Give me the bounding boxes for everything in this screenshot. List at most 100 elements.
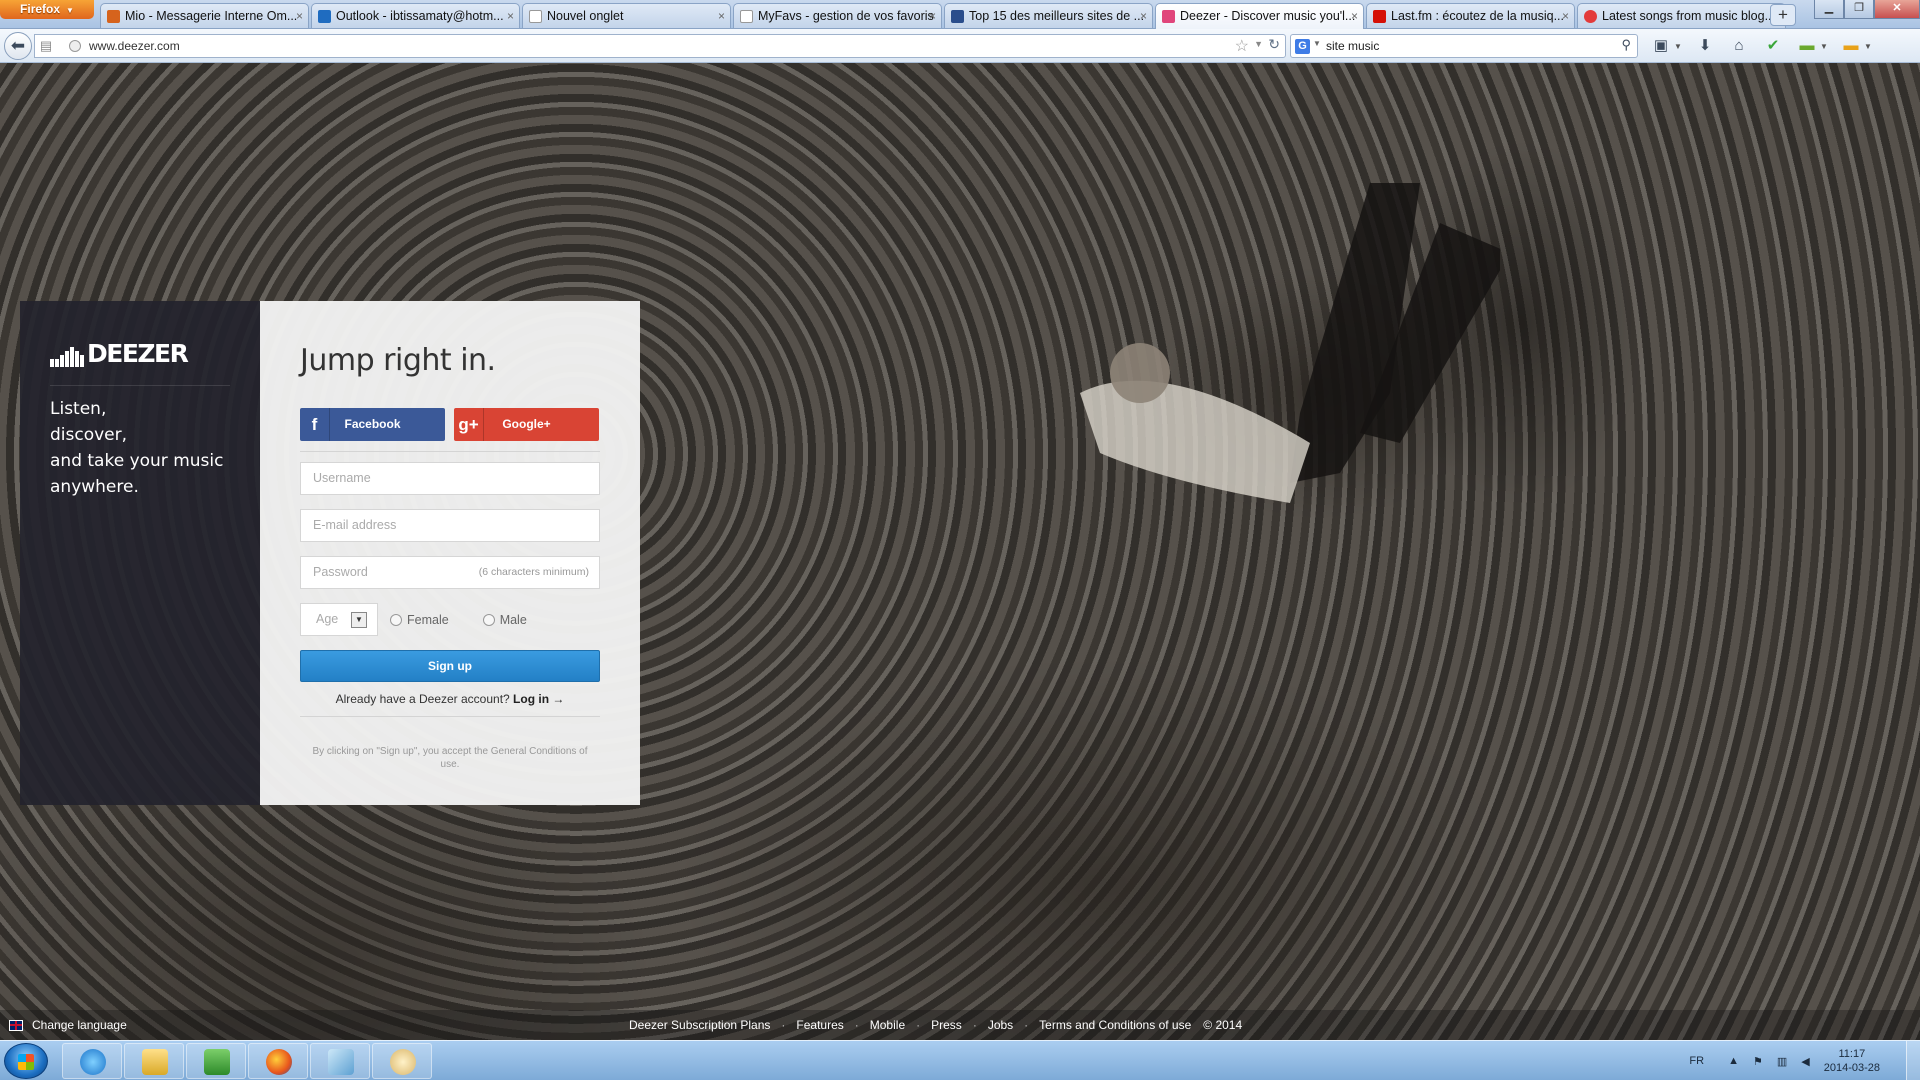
- taskbar-explorer[interactable]: [124, 1043, 184, 1079]
- facebook-button[interactable]: f Facebook: [300, 408, 445, 441]
- age-placeholder: Age: [316, 612, 339, 626]
- volume-icon[interactable]: ◀: [1801, 1055, 1809, 1068]
- addon-orange-icon[interactable]: ▬: [1840, 36, 1862, 56]
- start-button[interactable]: [4, 1043, 48, 1079]
- show-desktop-button[interactable]: [1906, 1041, 1920, 1080]
- tab-title: MyFavs - gestion de vos favoris: [758, 9, 934, 23]
- folder-icon: [142, 1049, 168, 1075]
- close-icon[interactable]: ×: [1351, 4, 1358, 28]
- signup-button[interactable]: Sign up: [300, 650, 600, 682]
- tab-mio[interactable]: Mio - Messagerie Interne Om... ×: [100, 3, 309, 28]
- footer-link-press[interactable]: Press: [931, 1018, 962, 1032]
- tab-top15[interactable]: Top 15 des meilleurs sites de ... ×: [944, 3, 1153, 28]
- system-tray: FR ▲ ⚑ ▥ ◀ 11:17 2014-03-28: [1689, 1041, 1920, 1080]
- address-bar[interactable]: ▤ www.deezer.com ☆ ▼ ↻: [34, 34, 1286, 58]
- tab-outlook[interactable]: Outlook - ibtissamaty@hotm... ×: [311, 3, 520, 28]
- tab-music-blogs[interactable]: Latest songs from music blog... ×: [1577, 3, 1786, 28]
- tagline-line: anywhere.: [50, 477, 139, 497]
- toolbar-icons: ▣ ▼ ⬇ ⌂ ✔ ▬ ▼ ▬ ▼: [1650, 36, 1872, 56]
- clock[interactable]: 11:17 2014-03-28: [1824, 1047, 1880, 1075]
- bookmark-star-icon[interactable]: ☆: [1235, 36, 1249, 56]
- taskbar-project[interactable]: [186, 1043, 246, 1079]
- signup-card: DEEZER Listen, discover, and take your m…: [20, 301, 640, 805]
- login-prompt-text: Already have a Deezer account?: [335, 692, 510, 706]
- tab-myfavs[interactable]: MyFavs - gestion de vos favoris ×: [733, 3, 942, 28]
- age-select[interactable]: Age ▼: [300, 603, 378, 636]
- google-plus-button[interactable]: g+ Google+: [454, 408, 599, 441]
- blank-page-favicon-icon: [740, 10, 753, 23]
- close-icon[interactable]: ×: [929, 4, 936, 28]
- history-dropdown-icon[interactable]: ▼: [1254, 39, 1263, 49]
- taskbar-paint[interactable]: [372, 1043, 432, 1079]
- male-label: Male: [499, 612, 527, 627]
- footer-link-mobile[interactable]: Mobile: [870, 1018, 905, 1032]
- equalizer-bars-icon: [50, 347, 84, 367]
- network-icon[interactable]: ▥: [1777, 1055, 1787, 1068]
- chevron-down-icon: ▼: [351, 612, 367, 628]
- window-close-button[interactable]: ✕: [1874, 0, 1920, 19]
- close-icon[interactable]: ×: [1562, 4, 1569, 28]
- minimize-button[interactable]: ▁: [1814, 0, 1844, 19]
- tab-new-tab[interactable]: Nouvel onglet ×: [522, 3, 731, 28]
- separator: ·: [854, 1018, 859, 1032]
- show-hidden-icons-icon[interactable]: ▲: [1728, 1055, 1739, 1067]
- close-icon[interactable]: ×: [1140, 4, 1147, 28]
- search-icon[interactable]: ⚲: [1621, 37, 1631, 53]
- tab-title: Nouvel onglet: [547, 9, 624, 23]
- close-icon[interactable]: ×: [296, 4, 303, 28]
- screenshot-icon[interactable]: ▣: [1650, 36, 1672, 56]
- close-icon[interactable]: ×: [718, 4, 725, 28]
- google-icon[interactable]: G: [1295, 39, 1310, 54]
- language-indicator[interactable]: FR: [1689, 1055, 1704, 1067]
- reload-icon[interactable]: ↻: [1268, 36, 1280, 53]
- deezer-logo[interactable]: DEEZER: [50, 339, 230, 367]
- email-field[interactable]: E-mail address: [300, 509, 600, 542]
- download-icon[interactable]: ⬇: [1694, 36, 1716, 56]
- checkmark-icon[interactable]: ✔: [1762, 36, 1784, 56]
- windows-logo-icon: [18, 1054, 34, 1070]
- tab-lastfm[interactable]: Last.fm : écoutez de la musiq... ×: [1366, 3, 1575, 28]
- tab-title: Latest songs from music blog...: [1602, 9, 1775, 23]
- chevron-down-icon[interactable]: ▼: [1674, 42, 1682, 51]
- tab-title: Mio - Messagerie Interne Om...: [125, 9, 298, 23]
- username-field[interactable]: Username: [300, 462, 600, 495]
- footer-link-subscription-plans[interactable]: Deezer Subscription Plans: [629, 1018, 770, 1032]
- terms-note: By clicking on "Sign up", you accept the…: [312, 746, 588, 770]
- new-tab-button[interactable]: +: [1770, 4, 1796, 26]
- search-input[interactable]: site music: [1326, 39, 1379, 53]
- search-bar[interactable]: G ▼ site music ⚲: [1290, 34, 1638, 58]
- tab-bar: Firefox ▼ Mio - Messagerie Interne Om... …: [0, 0, 1920, 29]
- change-language-link[interactable]: Change language: [9, 1018, 127, 1032]
- url-text[interactable]: www.deezer.com: [89, 39, 180, 53]
- close-icon[interactable]: ×: [507, 4, 514, 28]
- chevron-down-icon[interactable]: ▼: [1864, 42, 1872, 51]
- chevron-down-icon[interactable]: ▼: [1313, 39, 1321, 48]
- footer-link-features[interactable]: Features: [796, 1018, 843, 1032]
- restore-button[interactable]: ❐: [1844, 0, 1874, 19]
- firefox-menu-label: Firefox: [20, 2, 61, 16]
- home-icon[interactable]: ⌂: [1728, 36, 1750, 56]
- gender-female-radio[interactable]: Female: [390, 613, 449, 627]
- form-title: Jump right in.: [300, 343, 496, 378]
- footer-link-jobs[interactable]: Jobs: [988, 1018, 1013, 1032]
- firefox-menu-button[interactable]: Firefox ▼: [0, 0, 94, 19]
- login-link[interactable]: Log in: [513, 692, 564, 706]
- taskbar-app[interactable]: [310, 1043, 370, 1079]
- google-plus-label: Google+: [502, 417, 551, 431]
- action-center-flag-icon[interactable]: ⚑: [1753, 1055, 1763, 1068]
- application-icon: [328, 1049, 354, 1075]
- password-field[interactable]: Password (6 characters minimum): [300, 556, 600, 589]
- gender-male-radio[interactable]: Male: [482, 612, 527, 627]
- username-placeholder: Username: [313, 471, 371, 485]
- tagline-line: discover,: [50, 425, 128, 445]
- back-button[interactable]: ⬅: [4, 32, 32, 60]
- divider: [300, 451, 600, 452]
- footer-link-terms[interactable]: Terms and Conditions of use: [1039, 1018, 1191, 1032]
- site-identity-icon[interactable]: ▤: [38, 38, 54, 54]
- taskbar-internet-explorer[interactable]: [62, 1043, 122, 1079]
- chevron-down-icon[interactable]: ▼: [1820, 42, 1828, 51]
- addon-green-icon[interactable]: ▬: [1796, 36, 1818, 56]
- separator: ·: [916, 1018, 921, 1032]
- tab-deezer[interactable]: Deezer - Discover music you'l... ×: [1155, 3, 1364, 29]
- taskbar-firefox[interactable]: [248, 1043, 308, 1079]
